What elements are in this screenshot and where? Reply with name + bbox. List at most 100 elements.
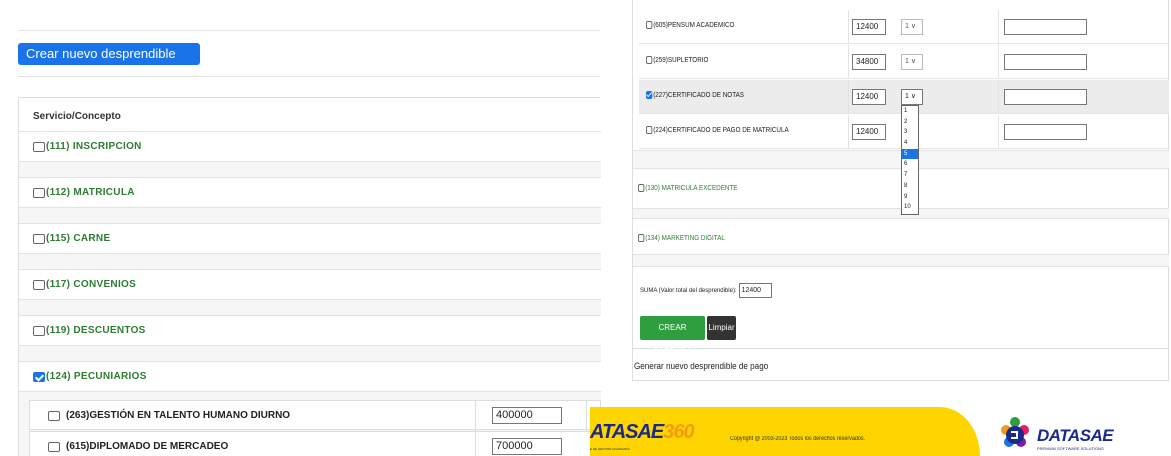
notes-input[interactable]: [1004, 124, 1087, 140]
dropdown-option[interactable]: 3: [902, 127, 918, 138]
notes-input[interactable]: [1004, 89, 1087, 105]
cell-divider: [848, 10, 849, 44]
footer-banner: ATASAE360 E DE GESTIÓN ACADÉMICA Copyrig…: [590, 407, 980, 456]
group-checkbox[interactable]: [638, 184, 645, 192]
datasae-tagline: PREMIUM SOFTWARE SOLUTIONS: [1037, 446, 1104, 451]
dropdown-option[interactable]: 10: [902, 202, 918, 213]
dropdown-option[interactable]: 6: [902, 159, 918, 170]
service-row: (112) MATRICULA: [19, 177, 601, 207]
divider: [18, 30, 600, 31]
datasae-brand-text: DATASAE: [1037, 426, 1114, 445]
quantity-dropdown-list[interactable]: 1 2 3 4 5 6 7 8 9 10: [901, 105, 919, 215]
footer: ATASAE360 E DE GESTIÓN ACADÉMICA Copyrig…: [590, 407, 1171, 456]
concept-checkbox[interactable]: [646, 21, 653, 29]
row-gap: [19, 253, 601, 269]
row-gap: [19, 161, 601, 177]
group-item[interactable]: (134) MARKETING DIGITAL: [638, 234, 725, 242]
dropdown-option[interactable]: 7: [902, 170, 918, 181]
concept-row: (259)SUPLETORIO 34800 1 ∨: [639, 45, 1169, 79]
quantity-select[interactable]: 1 ∨: [901, 19, 923, 35]
service-item[interactable]: (117) CONVENIOS: [33, 279, 136, 290]
service-checkbox[interactable]: [33, 141, 45, 152]
services-table: Servicio/Concepto (111) INSCRIPCION (112…: [18, 97, 601, 456]
copyright-text: Copyright @ 2003-2023 Todos los derechos…: [730, 436, 866, 442]
datasae-logo-icon: [1001, 417, 1029, 447]
divider: [18, 76, 600, 77]
total-sum-label: SUMA (Valor total del desprendible):: [640, 287, 737, 294]
quantity-select[interactable]: 1 ∨: [901, 54, 923, 70]
create-new-slip-button[interactable]: Crear nuevo desprendible: [18, 43, 200, 65]
dropdown-option[interactable]: 9: [902, 192, 918, 203]
dropdown-option[interactable]: 1: [902, 106, 918, 117]
concept-row: (605)PENSUM ACADEMICO 12400 1 ∨: [639, 10, 1169, 44]
cell-divider: [475, 432, 476, 456]
amount-input[interactable]: 12400: [852, 124, 886, 140]
generate-slip-text: Generar nuevo desprendible de pago: [634, 361, 769, 371]
cell-divider: [848, 80, 849, 114]
create-invoice-button[interactable]: CREAR FACTURA: [640, 316, 705, 356]
service-row: (119) DESCUENTOS: [19, 315, 601, 345]
services-header: Servicio/Concepto: [33, 111, 121, 122]
cell-divider: [586, 401, 587, 431]
dropdown-option-selected[interactable]: 5: [902, 148, 918, 160]
service-checkbox[interactable]: [33, 187, 45, 198]
service-item[interactable]: (115) CARNE: [33, 233, 110, 244]
cell-divider: [998, 80, 999, 114]
service-checkbox[interactable]: [33, 325, 45, 336]
group-item[interactable]: (130) MATRICULA EXCEDENTE: [638, 184, 738, 192]
service-checkbox[interactable]: [33, 233, 45, 244]
amount-input[interactable]: 12400: [852, 19, 886, 35]
group-checkbox[interactable]: [638, 234, 645, 242]
concept-item[interactable]: (224)CERTIFICADO DE PAGO DE MATRICULA: [646, 126, 789, 134]
notes-input[interactable]: [1004, 19, 1087, 35]
datasae-360-logo: ATASAE360: [590, 421, 695, 443]
service-item[interactable]: (124) PECUNIARIOS: [33, 371, 147, 382]
service-item[interactable]: (111) INSCRIPCION: [33, 141, 142, 152]
dropdown-option[interactable]: 4: [902, 138, 918, 149]
total-sum: SUMA (Valor total del desprendible): 124…: [640, 283, 772, 298]
sub-item[interactable]: (615)DIPLOMADO DE MERCADEO: [48, 441, 228, 452]
amount-input[interactable]: 12400: [852, 89, 886, 105]
divider: [633, 266, 1169, 267]
group-row: (134) MARKETING DIGITAL: [633, 218, 1169, 254]
service-item[interactable]: (112) MATRICULA: [33, 187, 135, 198]
dropdown-option[interactable]: 2: [902, 117, 918, 128]
notes-input[interactable]: [1004, 54, 1087, 70]
left-panel: Crear nuevo desprendible Servicio/Concep…: [0, 0, 601, 456]
amount-input[interactable]: 400000: [492, 407, 562, 424]
row-gap: [19, 345, 601, 361]
right-panel: (605)PENSUM ACADEMICO 12400 1 ∨ (259)SUP…: [620, 0, 1171, 456]
datasae-logo: DATASAE PREMIUM SOFTWARE SOLUTIONS: [997, 416, 1147, 452]
sub-item-checkbox[interactable]: [48, 410, 60, 421]
cell-divider: [998, 10, 999, 44]
service-checkbox-checked[interactable]: [33, 371, 45, 382]
dropdown-option[interactable]: 8: [902, 181, 918, 192]
concept-item[interactable]: (227)CERTIFICADO DE NOTAS: [646, 91, 744, 99]
concept-item[interactable]: (259)SUPLETORIO: [646, 56, 708, 64]
concept-checkbox[interactable]: [646, 126, 653, 134]
row-gap: [19, 207, 601, 223]
concept-item[interactable]: (605)PENSUM ACADEMICO: [646, 21, 734, 29]
sub-item-row: (615)DIPLOMADO DE MERCADEO 700000: [29, 431, 601, 456]
service-row: (115) CARNE: [19, 223, 601, 253]
total-sum-input[interactable]: 12400: [738, 283, 772, 298]
quantity-select[interactable]: 1 ∨: [901, 89, 923, 105]
amount-input[interactable]: 700000: [492, 438, 562, 455]
service-row: (111) INSCRIPCION: [19, 131, 601, 161]
clear-button[interactable]: Limpiar: [707, 316, 736, 340]
service-item[interactable]: (119) DESCUENTOS: [33, 325, 146, 336]
service-row: (124) PECUNIARIOS: [19, 361, 601, 391]
sub-item[interactable]: (263)GESTIÓN EN TALENTO HUMANO DIURNO: [48, 410, 290, 421]
generate-slip-section: Generar nuevo desprendible de pago: [632, 349, 1169, 381]
logo-subtitle: E DE GESTIÓN ACADÉMICA: [590, 447, 630, 451]
sub-item-checkbox[interactable]: [48, 441, 60, 452]
concept-checkbox-checked[interactable]: [646, 91, 653, 99]
group-gap: [633, 254, 1169, 266]
sub-item-row: (263)GESTIÓN EN TALENTO HUMANO DIURNO 40…: [29, 400, 601, 431]
service-checkbox[interactable]: [33, 279, 45, 290]
cell-divider: [475, 401, 476, 431]
concept-checkbox[interactable]: [646, 56, 653, 64]
cell-divider: [998, 45, 999, 79]
cell-divider: [848, 115, 849, 149]
amount-input[interactable]: 34800: [852, 54, 886, 70]
